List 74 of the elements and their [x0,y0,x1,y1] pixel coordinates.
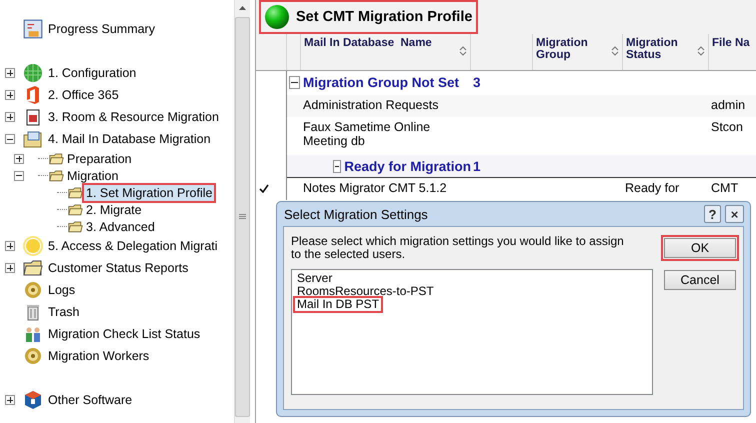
table-cell-text: Ready for [624,180,680,195]
grip-icon [239,214,246,220]
group-count: 3 [472,74,482,90]
table-cell-text: Administration Requests [302,97,440,112]
list-item[interactable]: Mail In DB PST [295,298,382,311]
tree-item[interactable]: 2. Office 365 [46,87,121,103]
folder-icon [48,151,65,166]
tree-item[interactable]: 3. Room & Resource Migration [46,109,221,125]
tree-item[interactable]: Customer Status Reports [46,260,190,276]
dialog-title: Select Migration Settings [283,206,428,222]
expand-toggle[interactable] [5,68,15,78]
expand-toggle[interactable] [5,241,15,251]
cube-icon [23,390,43,410]
up-arrow-icon[interactable] [239,6,246,10]
collapse-toggle[interactable] [289,76,300,89]
table-cell-text: admin [710,97,746,112]
column-header[interactable]: Migration Group [532,34,622,70]
column-header[interactable]: Mail In Database Name [300,34,470,70]
expand-toggle[interactable] [5,112,15,122]
column-header[interactable]: Migration Status [622,34,708,70]
list-item[interactable]: Server [295,272,334,285]
tree-item[interactable]: Migration Check List Status [46,326,202,342]
chart-document-icon [22,18,44,40]
tree-item[interactable]: 4. Mail In Database Migration [46,131,213,147]
dialog-message: Please select which migration settings you would like to assign to the selected users. [291,235,625,261]
tree-item[interactable]: 1. Configuration [46,65,138,81]
tree-item[interactable]: 5. Access & Delegation Migrati [46,238,220,254]
group-label: Ready for Migration [344,159,471,174]
cancel-button[interactable]: Cancel [661,267,739,293]
collapse-toggle[interactable] [5,134,15,144]
folder-icon [67,185,84,200]
close-button[interactable]: × [725,205,744,223]
envelope-folder-icon [23,129,43,149]
table-cell-text: Faux Sametime Online Meeting db [302,119,432,148]
expand-toggle[interactable] [5,90,15,100]
tree-item[interactable]: Migration [65,168,120,184]
title-text: Set CMT Migration Profile [296,9,472,25]
tree-item[interactable]: Migration Workers [46,348,152,364]
gear-icon [23,346,43,366]
expand-toggle[interactable] [5,263,15,273]
sort-icon[interactable] [697,45,705,57]
globe-icon [23,63,43,83]
table-cell-text: Stcon [710,119,744,134]
tree-item[interactable]: Progress Summary [46,21,157,37]
gear-icon [23,280,43,300]
ok-button[interactable]: OK [661,235,739,261]
sort-icon[interactable] [611,45,619,57]
tree-item[interactable]: 1. Set Migration Profile [84,184,214,200]
tree-item[interactable]: Trash [46,304,82,320]
folder-icon [48,168,65,183]
table-cell-text: Notes Migrator CMT 5.1.2 [302,180,448,195]
collapse-toggle[interactable] [14,170,24,180]
settings-list[interactable]: Server RoomsResources-to-PST Mail In DB PST [291,269,653,395]
table-cell-text: CMT [710,180,740,195]
folder-icon [23,258,43,278]
tree-item[interactable]: 2. Migrate [84,202,144,218]
collapse-toggle[interactable] [333,160,342,173]
expand-toggle[interactable] [5,395,15,405]
folder-icon [67,219,84,234]
tree-item[interactable]: 3. Advanced [84,218,157,234]
column-header[interactable]: File Na [708,34,756,70]
tree-item[interactable]: Logs [46,282,78,298]
tree-item[interactable]: Other Software [46,392,134,408]
expand-toggle[interactable] [14,154,24,164]
folder-icon [67,202,84,217]
list-item[interactable]: RoomsResources-to-PST [295,285,436,298]
status-ball-icon [264,4,290,30]
sort-icon[interactable] [459,45,467,57]
group-count: 1 [472,158,482,174]
help-button[interactable]: ? [704,205,721,223]
check-icon [259,184,269,193]
scrollbar[interactable] [234,0,250,423]
group-label: Migration Group Not Set [303,75,459,90]
tree-item[interactable]: Preparation [65,150,134,166]
